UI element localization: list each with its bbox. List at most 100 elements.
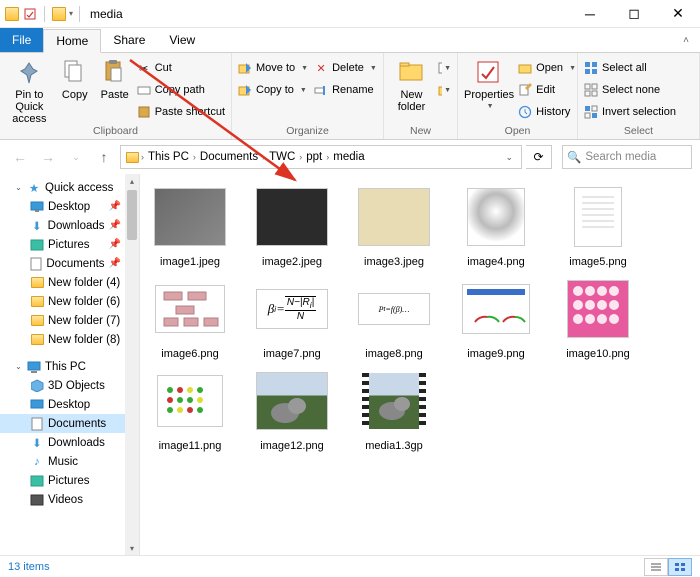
file-item[interactable]: image10.png [554,274,642,360]
scroll-up-icon[interactable]: ▴ [130,174,134,188]
breadcrumb-item[interactable]: ppt [304,151,324,163]
easy-access-icon[interactable]: ▼ [437,79,451,101]
select-all-button[interactable]: Select all [584,57,647,79]
chevron-right-icon[interactable]: › [299,152,302,162]
file-item[interactable]: image3.jpeg [350,182,438,268]
nav-documents-pc[interactable]: Documents [0,414,139,433]
documents-icon [30,417,44,431]
file-item[interactable]: image5.png [554,182,642,268]
new-item-icon[interactable]: ▼ [437,57,451,79]
pc-icon [27,360,41,374]
search-input[interactable]: 🔍 Search media [562,145,692,169]
copy-path-button[interactable]: Copy path [137,79,225,101]
minimize-button[interactable]: ─ [568,0,612,28]
nav-pictures[interactable]: Pictures📌 [0,235,139,254]
qat-dropdown-icon[interactable]: ▾ [69,9,73,18]
file-item[interactable]: image4.png [452,182,540,268]
thumbnail [467,188,525,246]
nav-pictures-pc[interactable]: Pictures [0,471,139,490]
close-button[interactable]: ✕ [656,0,700,28]
move-to-button[interactable]: Move to▼ [238,57,308,79]
nav-music[interactable]: ♪Music [0,452,139,471]
music-icon: ♪ [30,455,44,469]
select-none-button[interactable]: Select none [584,79,660,101]
up-button[interactable]: ↑ [92,145,116,169]
edit-button[interactable]: Edit [518,79,576,101]
file-item[interactable]: media1.3gp [350,366,438,452]
file-item[interactable]: image2.jpeg [248,182,336,268]
file-item[interactable]: image11.png [146,366,234,452]
recent-locations-button[interactable]: ⌄ [64,145,88,169]
chevron-right-icon[interactable]: › [193,152,196,162]
tab-share[interactable]: Share [101,28,157,52]
nav-quick-access[interactable]: ⌄★Quick access [0,178,139,197]
breadcrumb[interactable]: › This PC › Documents › TWC › ppt › medi… [120,145,522,169]
nav-downloads-pc[interactable]: ⬇Downloads [0,433,139,452]
nav-this-pc[interactable]: ⌄This PC [0,357,139,376]
file-item[interactable]: image6.png [146,274,234,360]
copy-button[interactable]: Copy [57,55,93,101]
refresh-button[interactable]: ⟳ [526,145,552,169]
nav-desktop-pc[interactable]: Desktop [0,395,139,414]
chevron-right-icon[interactable]: › [141,152,144,162]
search-placeholder: Search media [585,151,656,163]
file-list[interactable]: image1.jpeg image2.jpeg image3.jpeg imag… [140,174,700,555]
breadcrumb-item[interactable]: This PC [146,151,191,163]
properties-qat-icon[interactable] [22,6,38,22]
nav-downloads[interactable]: ⬇Downloads📌 [0,216,139,235]
thumbnails-view-button[interactable] [668,558,692,576]
nav-scrollbar[interactable]: ▴ ▾ [125,174,139,555]
nav-folder-item[interactable]: New folder (8) [0,330,139,349]
thumbnail [256,188,328,246]
file-item[interactable]: image12.png [248,366,336,452]
paste-button[interactable]: Paste [97,55,133,101]
file-item[interactable]: Pt=f(β)…image8.png [350,274,438,360]
copy-to-button[interactable]: Copy to▼ [238,79,308,101]
nav-folder-item[interactable]: New folder (4) [0,273,139,292]
cut-button[interactable]: ✂Cut [137,57,225,79]
group-label-open: Open [464,125,571,139]
videos-icon [30,493,44,507]
properties-button[interactable]: Properties ▼ [464,55,514,111]
open-button[interactable]: Open▼ [518,57,576,79]
delete-button[interactable]: ✕Delete▼ [314,57,377,79]
maximize-button[interactable]: ◻ [612,0,656,28]
nav-documents[interactable]: Documents📌 [0,254,139,273]
new-folder-button[interactable]: New folder [390,55,433,113]
details-view-button[interactable] [644,558,668,576]
nav-folder-item[interactable]: New folder (6) [0,292,139,311]
paste-shortcut-button[interactable]: Paste shortcut [137,101,225,123]
downloads-icon: ⬇ [30,219,44,233]
tab-file[interactable]: File [0,28,43,52]
folder-icon [51,6,67,22]
chevron-right-icon[interactable]: › [326,152,329,162]
nav-3d-objects[interactable]: 3D Objects [0,376,139,395]
breadcrumb-dropdown-icon[interactable]: ⌄ [501,152,517,163]
breadcrumb-item[interactable]: Documents [198,151,260,163]
rename-button[interactable]: Rename [314,79,377,101]
invert-selection-icon [584,105,598,119]
chevron-down-icon[interactable]: ⌄ [14,362,23,371]
chevron-right-icon[interactable]: › [262,152,265,162]
file-item[interactable]: image1.jpeg [146,182,234,268]
tab-view[interactable]: View [157,28,207,52]
scrollbar-thumb[interactable] [127,190,137,240]
tab-home[interactable]: Home [43,29,101,53]
history-button[interactable]: History [518,101,576,123]
file-item[interactable]: image9.png [452,274,540,360]
forward-button[interactable]: → [36,145,60,169]
scroll-down-icon[interactable]: ▾ [130,541,134,555]
nav-desktop[interactable]: Desktop📌 [0,197,139,216]
back-button[interactable]: ← [8,145,32,169]
breadcrumb-item[interactable]: media [331,151,366,163]
nav-folder-item[interactable]: New folder (7) [0,311,139,330]
invert-selection-button[interactable]: Invert selection [584,101,676,123]
folder-icon [30,333,44,347]
collapse-ribbon-icon[interactable]: ˄ [672,28,700,52]
pin-to-quick-access-button[interactable]: Pin to Quick access [6,55,53,125]
file-item[interactable]: βi = N−|Ri|Nimage7.png [248,274,336,360]
thumbnail [155,285,225,333]
chevron-down-icon[interactable]: ⌄ [14,183,23,192]
breadcrumb-item[interactable]: TWC [267,151,297,163]
nav-videos[interactable]: Videos [0,490,139,509]
